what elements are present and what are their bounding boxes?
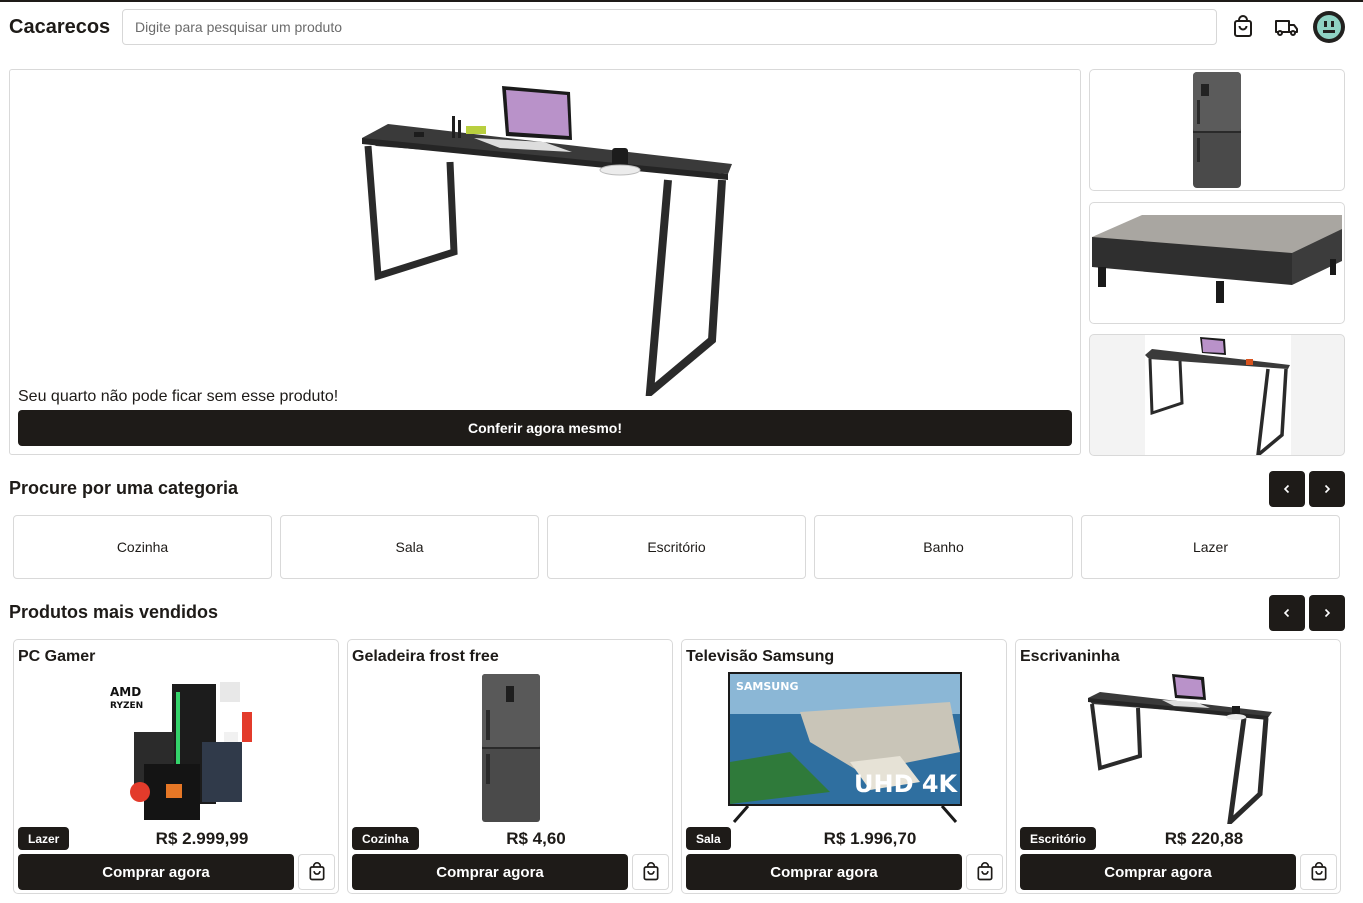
add-to-cart-button[interactable]	[632, 854, 669, 890]
product-card: Geladeira frost free Cozinha R$ 4,60 Com…	[347, 639, 673, 894]
chevron-left-icon	[1283, 484, 1290, 494]
category-lazer[interactable]: Lazer	[1081, 515, 1340, 579]
hero-caption: Seu quarto não pode ficar sem esse produ…	[18, 388, 339, 405]
avatar-icon[interactable]	[1313, 11, 1345, 43]
category-badge: Sala	[686, 827, 731, 850]
desk-icon	[1145, 335, 1291, 455]
tv-resolution-text: UHD 4K	[854, 770, 959, 798]
categories-next-button[interactable]	[1309, 471, 1345, 507]
bestsellers-next-button[interactable]	[1309, 595, 1345, 631]
hero-thumbnail-desk[interactable]	[1089, 334, 1345, 456]
shopping-bag-icon	[1311, 862, 1326, 881]
add-to-cart-button[interactable]	[966, 854, 1003, 890]
product-name[interactable]: Escrivaninha	[1020, 648, 1120, 666]
hero-banner: Seu quarto não pode ficar sem esse produ…	[9, 69, 1081, 455]
product-price: R$ 2.999,99	[155, 829, 249, 848]
product-name[interactable]: Geladeira frost free	[352, 648, 499, 666]
refrigerator-icon	[1193, 72, 1241, 188]
product-price: R$ 4,60	[506, 829, 566, 848]
chevron-right-icon	[1324, 484, 1331, 494]
refrigerator-icon[interactable]	[386, 672, 636, 824]
hero-thumbnail-refrigerator[interactable]	[1089, 69, 1345, 191]
pc-gamer-icon[interactable]: AMD RYZEN	[52, 672, 302, 824]
search-input[interactable]	[122, 9, 1217, 45]
chevron-left-icon	[1283, 608, 1290, 618]
product-name[interactable]: PC Gamer	[18, 648, 95, 666]
product-card: Televisão Samsung SAMSUNG UHD 4K Sala R$…	[681, 639, 1007, 894]
chevron-right-icon	[1324, 608, 1331, 618]
shopping-bag-icon	[643, 862, 658, 881]
desk-icon	[362, 86, 732, 396]
add-to-cart-button[interactable]	[1300, 854, 1337, 890]
category-badge: Lazer	[18, 827, 70, 850]
categories-title: Procure por uma categoria	[9, 478, 239, 498]
category-cozinha[interactable]: Cozinha	[13, 515, 272, 579]
product-price: R$ 1.996,70	[823, 829, 917, 848]
television-icon[interactable]: SAMSUNG UHD 4K	[720, 672, 970, 824]
shopping-bag-icon	[309, 862, 324, 881]
product-name[interactable]: Televisão Samsung	[686, 648, 834, 666]
add-to-cart-button[interactable]	[298, 854, 335, 890]
bestsellers-title: Produtos mais vendidos	[9, 602, 219, 622]
shopping-bag-icon	[977, 862, 992, 881]
hero-cta-button[interactable]: Conferir agora mesmo!	[18, 410, 1072, 446]
buy-now-button[interactable]: Comprar agora	[686, 854, 962, 890]
svg-text:RYZEN: RYZEN	[110, 701, 143, 711]
category-sala[interactable]: Sala	[280, 515, 539, 579]
logo[interactable]: Cacarecos	[9, 16, 110, 39]
category-badge: Cozinha	[352, 827, 419, 850]
buy-now-button[interactable]: Comprar agora	[352, 854, 628, 890]
hero-thumbnail-bed[interactable]	[1089, 202, 1345, 324]
bestsellers-prev-button[interactable]	[1269, 595, 1305, 631]
header: Cacarecos	[0, 2, 1363, 58]
buy-now-button[interactable]: Comprar agora	[18, 854, 294, 890]
svg-text:AMD: AMD	[110, 685, 141, 699]
categories-prev-button[interactable]	[1269, 471, 1305, 507]
category-escritorio[interactable]: Escritório	[547, 515, 806, 579]
product-price: R$ 220,88	[1164, 829, 1244, 848]
category-badge: Escritório	[1020, 827, 1097, 850]
product-card: Escrivaninha Escritório R$ 220,88 Compra…	[1015, 639, 1341, 894]
shopping-bag-icon[interactable]	[1228, 12, 1258, 42]
buy-now-button[interactable]: Comprar agora	[1020, 854, 1296, 890]
tv-brand-text: SAMSUNG	[736, 680, 798, 693]
desk-icon[interactable]	[1054, 672, 1304, 824]
truck-icon[interactable]	[1272, 12, 1302, 42]
product-card: PC Gamer AMD RYZEN Lazer R$ 2.999,99 Com…	[13, 639, 339, 894]
category-banho[interactable]: Banho	[814, 515, 1073, 579]
bed-icon	[1092, 215, 1342, 303]
